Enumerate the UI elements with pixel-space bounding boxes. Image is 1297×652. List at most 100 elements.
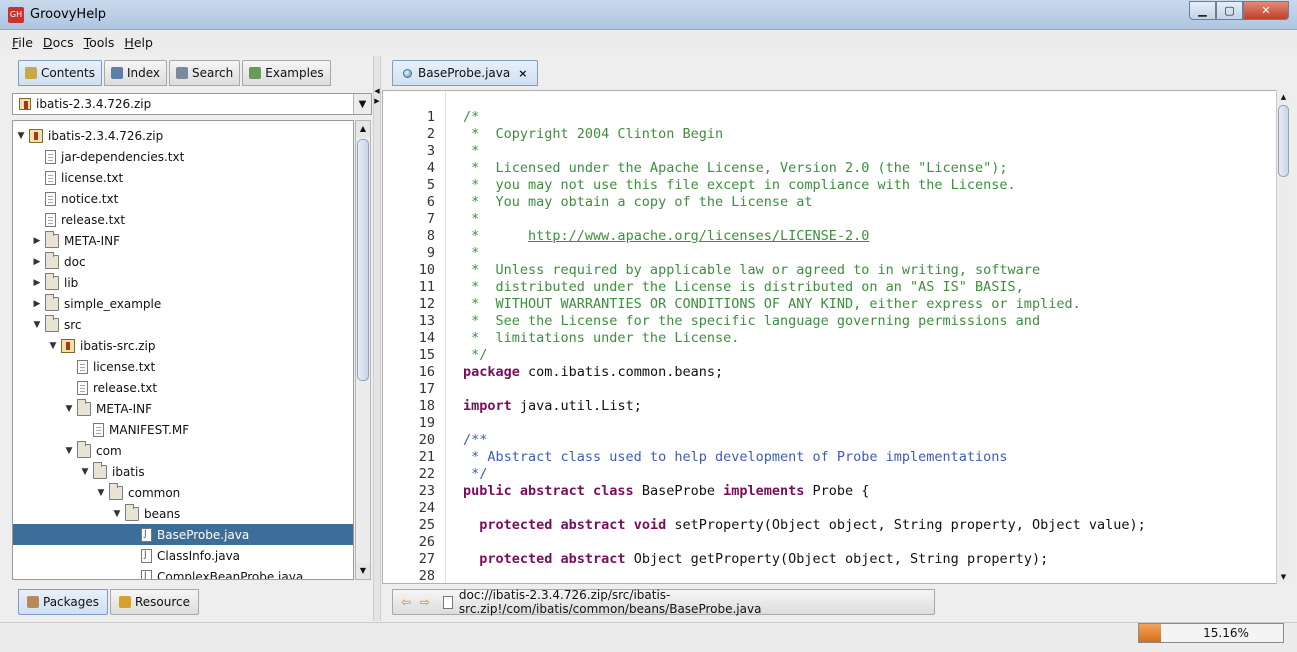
tree-item[interactable]: MANIFEST.MF [13,419,353,440]
code-token: BaseProbe [633,483,724,499]
file-status-icon [403,68,412,78]
menu-help[interactable]: Help [124,35,153,50]
tree-item[interactable]: ▶ doc [13,251,353,272]
tree-item[interactable]: ▼ common [13,482,353,503]
tree-item[interactable]: ▼ src [13,314,353,335]
maximize-button[interactable]: ▢ [1216,1,1243,20]
code-token: * [463,211,480,227]
tree-item-label: beans [144,506,181,521]
tree-item[interactable]: ClassInfo.java [13,545,353,566]
tree-item[interactable]: ComplexBeanProbe.java [13,566,353,580]
tree-item[interactable]: release.txt [13,209,353,230]
tree-item[interactable]: ▼ com [13,440,353,461]
line-number: 22 [418,466,435,482]
expanded-arrow-icon[interactable]: ▼ [31,320,43,330]
collapsed-arrow-icon[interactable]: ▶ [31,236,43,246]
scroll-thumb[interactable] [357,139,369,381]
scroll-up-icon[interactable]: ▲ [356,121,370,137]
menu-tools[interactable]: Tools [84,35,115,50]
archive-selector[interactable]: ibatis-2.3.4.726.zip ▼ [12,93,372,115]
back-arrow-icon[interactable]: ⇦ [401,596,416,608]
collapse-arrows-icon[interactable]: ◀ ▶ [374,86,380,106]
tree-item[interactable]: license.txt [13,356,353,377]
tree-item[interactable]: BaseProbe.java [13,524,353,545]
code-line: 7 * [383,211,1273,228]
code-text: * See the License for the specific langu… [463,313,1040,330]
archive-icon [19,98,31,110]
folder-icon [93,461,107,479]
tab-resource[interactable]: Resource [110,589,200,615]
menu-docs[interactable]: Docs [43,35,74,50]
collapsed-arrow-icon[interactable]: ▶ [31,257,43,267]
tree-item[interactable]: ▼ ibatis-2.3.4.726.zip [13,125,353,146]
tab-examples[interactable]: Examples [242,60,331,86]
expanded-arrow-icon[interactable]: ▼ [79,467,91,477]
code-token: * See the License for the specific langu… [463,313,1041,329]
code-token: */ [463,347,488,363]
code-text: /* [463,109,479,126]
line-number: 11 [418,279,435,295]
tree-item-label: license.txt [61,170,124,185]
editor-scrollbar[interactable]: ▲ ▼ [1276,90,1290,584]
tree-item[interactable]: ▼ ibatis-src.zip [13,335,353,356]
code-line: 11 * distributed under the License is di… [383,279,1273,296]
scroll-thumb[interactable] [1278,105,1289,177]
folder-icon [45,251,59,269]
expanded-arrow-icon[interactable]: ▼ [15,131,27,141]
collapsed-arrow-icon[interactable]: ▶ [31,299,43,309]
tree-item[interactable]: license.txt [13,167,353,188]
tab-contents[interactable]: Contents [18,60,102,86]
code-line: 25 protected abstract void setProperty(O… [383,517,1273,534]
minimize-button[interactable]: ▁ [1189,1,1216,20]
expanded-arrow-icon[interactable]: ▼ [63,446,75,456]
tree-item[interactable]: notice.txt [13,188,353,209]
scroll-up-icon[interactable]: ▲ [1277,90,1290,104]
text-file-icon [77,359,88,374]
code-line: 9 * [383,245,1273,262]
tree-item[interactable]: jar-dependencies.txt [13,146,353,167]
expanded-arrow-icon[interactable]: ▼ [47,341,59,351]
code-text: */ [463,347,487,364]
code-line: 3 * [383,143,1273,160]
tree-item[interactable]: ▶ simple_example [13,293,353,314]
tree-item-label: ComplexBeanProbe.java [157,569,304,580]
forward-arrow-icon[interactable]: ⇨ [420,596,435,608]
tab-close-icon[interactable]: × [518,67,527,80]
code-token: * [463,245,480,261]
chevron-down-icon[interactable]: ▼ [353,94,371,114]
split-divider[interactable]: ◀ ▶ [373,56,381,621]
tree-item-label: BaseProbe.java [157,527,250,542]
window-title: GroovyHelp [30,7,107,22]
code-line: 10 * Unless required by applicable law o… [383,262,1273,279]
editor-tab[interactable]: BaseProbe.java × [392,60,539,86]
folder-icon [125,503,139,521]
scroll-down-icon[interactable]: ▼ [1277,570,1290,584]
tree-item[interactable]: release.txt [13,377,353,398]
code-editor[interactable]: 1/* 2 * Copyright 2004 Clinton Begin 3 * 4 … [382,90,1290,584]
tab-search[interactable]: Search [169,60,241,86]
tree-item-label: release.txt [61,212,126,227]
packages-icon [27,596,39,608]
zip-archive-icon [61,338,75,353]
scroll-down-icon[interactable]: ▼ [356,563,370,579]
line-number: 10 [418,262,435,278]
license-link[interactable]: http://www.apache.org/licenses/LICENSE-2… [528,228,869,244]
tree-scrollbar[interactable]: ▲ ▼ [355,120,371,580]
menu-file[interactable]: File [12,35,33,50]
tab-packages[interactable]: Packages [18,589,108,615]
book-icon [25,67,37,79]
tree-item[interactable]: ▼ beans [13,503,353,524]
close-button[interactable]: ✕ [1243,1,1289,20]
line-number: 3 [426,143,435,159]
expanded-arrow-icon[interactable]: ▼ [63,404,75,414]
code-text: * [463,211,479,228]
expanded-arrow-icon[interactable]: ▼ [95,488,107,498]
tree-item[interactable]: ▶ META-INF [13,230,353,251]
tree-item[interactable]: ▼ ibatis [13,461,353,482]
expanded-arrow-icon[interactable]: ▼ [111,509,123,519]
tree-item[interactable]: ▶ lib [13,272,353,293]
collapsed-arrow-icon[interactable]: ▶ [31,278,43,288]
tab-index[interactable]: Index [103,60,168,86]
tab-label: Examples [265,66,324,80]
tree-item[interactable]: ▼ META-INF [13,398,353,419]
